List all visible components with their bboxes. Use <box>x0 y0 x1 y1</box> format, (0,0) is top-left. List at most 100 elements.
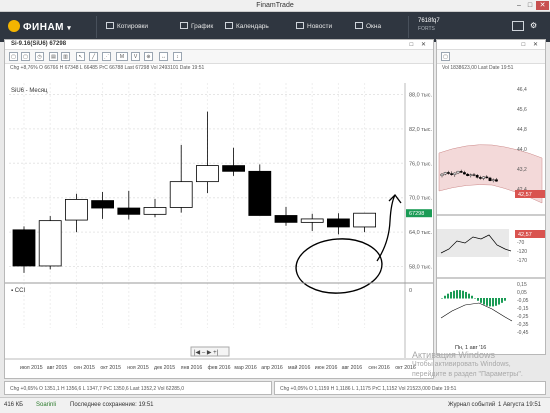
panel-window-buttons[interactable]: □ ✕ <box>410 41 429 48</box>
mini-panel-header: □ ✕ <box>437 40 545 50</box>
toolbar-item-label: Котировки <box>117 23 149 30</box>
mini-macd-bar <box>474 298 476 299</box>
mini-macd-bar <box>459 290 461 299</box>
annotation-arrow <box>376 194 396 262</box>
mini-price-tick: 43,2 <box>517 167 527 173</box>
mini-osc-tick: -170 <box>517 258 527 264</box>
mini-candle-body <box>472 174 476 176</box>
crosshair-icon[interactable]: ⊕ <box>144 52 153 61</box>
mini-macd-tick: -0,45 <box>517 330 529 336</box>
trend-tool-icon[interactable]: ⋰ <box>102 52 111 61</box>
mini-candle-body <box>475 174 479 178</box>
indicator-label: ▪ CCI <box>11 288 25 294</box>
mini-macd-tick: -0,35 <box>517 322 529 328</box>
candle-body <box>38 220 62 267</box>
annotation-ellipse <box>295 238 383 294</box>
toolbar-item-label: График <box>191 23 214 30</box>
toolbar-item-calendar[interactable]: Календарь <box>225 22 269 30</box>
chart-panel: Si-9.16(SiU6) 67298 □ ✕ ▢ ▢ ◷ ▤ ▥ ↖ ╱ ⋰ … <box>4 39 434 379</box>
template-icon[interactable]: ▥ <box>61 52 70 61</box>
mini-osc-tick: -70 <box>517 240 524 246</box>
mini-macd-bar <box>483 298 485 305</box>
mini-macd-bar <box>465 291 467 299</box>
toolbar-item-windows[interactable]: Окна <box>355 22 381 30</box>
candle-body <box>65 199 88 221</box>
mini-charts[interactable]: 46,445,644,844,043,242,442,57-20-70-120-… <box>437 73 545 353</box>
wave-tool-icon[interactable]: M <box>116 52 128 61</box>
copy-chart-icon[interactable]: ▢ <box>21 52 30 61</box>
chart-panel-header: Si-9.16(SiU6) 67298 □ ✕ <box>5 40 433 50</box>
mini-macd-tick: -0,15 <box>517 306 529 312</box>
activation-watermark: Активация Windows Чтобы активировать Win… <box>412 350 547 380</box>
mini-osc-badge-label: 42,57 <box>518 232 532 238</box>
bottom-right-panel: Chg +0,05% O 1,1159 H 1,1186 L 1,1175 Pr… <box>274 381 546 395</box>
y-tick-label: 88,0 тыс. <box>409 92 432 98</box>
watermark-line2: Чтобы активировать Windows, <box>412 361 511 368</box>
mini-candle-body <box>466 173 469 176</box>
cursor-icon[interactable]: ↖ <box>76 52 85 61</box>
horizontal-scale-icon[interactable]: ↔ <box>159 52 168 61</box>
x-tick-label: ноя 2015 <box>127 365 149 371</box>
mini-macd-bar <box>504 298 506 301</box>
chart-panel-title: Si-9.16(SiU6) 67298 <box>11 41 67 47</box>
x-tick-label: фев 2016 <box>208 365 231 371</box>
mini-candle-body <box>469 174 473 176</box>
toolbar-item-chart[interactable]: График <box>180 22 213 30</box>
account-id: 7618fq7 <box>418 18 440 24</box>
candle-body <box>353 212 377 228</box>
mini-candle-body <box>482 176 486 179</box>
candle-body <box>248 170 272 216</box>
candle-body <box>326 218 350 228</box>
maximize-icon[interactable]: □ <box>525 1 535 10</box>
mini-chart-panel: □ ✕ ▢ Vol 1838623,00 Last Date 19:51 46,… <box>436 39 546 355</box>
toolbar-item-quotes[interactable]: Котировки <box>106 22 148 30</box>
check-tool-icon[interactable]: V <box>131 52 140 61</box>
event-log-link[interactable]: Журнал событий <box>448 402 495 408</box>
window-title: FinamTrade <box>256 2 294 9</box>
mini-candle-body <box>450 173 453 175</box>
mini-macd-bar <box>477 298 479 301</box>
mini-candle-body <box>463 172 466 175</box>
mini-candle-body <box>495 179 498 182</box>
memory-usage: 416 КБ <box>4 402 24 408</box>
vertical-scale-icon[interactable]: ↕ <box>173 52 182 61</box>
connection-status: Soarinli <box>36 402 57 408</box>
new-chart-icon[interactable]: ▢ <box>9 52 18 61</box>
close-icon[interactable]: ✕ <box>536 1 549 10</box>
settings-icon[interactable]: ⚙ <box>530 21 537 30</box>
mini-macd-bar <box>441 298 443 299</box>
x-tick-label: мар 2016 <box>234 365 256 371</box>
mini-tool-icon[interactable]: ▢ <box>441 52 450 61</box>
mini-price-tick: 44,8 <box>517 127 527 133</box>
mini-macd-bar <box>492 298 494 307</box>
layout-icon[interactable] <box>512 21 524 31</box>
chart-info-bar: Chg +8,76% O 66766 H 67348 L 66485 PrC 6… <box>10 65 205 71</box>
account-selector[interactable]: 7618fq7 FORTS <box>418 17 440 33</box>
mini-panel-buttons[interactable]: □ ✕ <box>522 41 541 48</box>
bottom-left-info: Chg +0,65% O 1351,1 H 1356,6 L 1347,7 Pr… <box>10 386 184 392</box>
news-icon <box>296 22 304 29</box>
candle-body <box>300 218 324 223</box>
x-tick-label: окт 2015 <box>100 365 121 371</box>
mini-macd-tick: 0,15 <box>517 282 527 288</box>
logo-text: ФИНАМ <box>23 22 64 33</box>
status-bar: 416 КБ Soarinli Последнее сохранение: 19… <box>0 397 550 413</box>
mini-macd-bar <box>471 295 473 299</box>
period-icon[interactable]: ◷ <box>35 52 44 61</box>
mini-candle-body <box>488 177 492 181</box>
x-tick-label: янв 2016 <box>181 365 203 371</box>
toolbar-item-news[interactable]: Новости <box>296 22 332 30</box>
minimize-icon[interactable]: – <box>514 1 524 10</box>
mini-macd-bar <box>495 298 497 306</box>
y-tick-label: 70,0 тыс. <box>409 196 432 202</box>
x-tick-label: июл 2015 <box>20 365 43 371</box>
price-chart[interactable]: SiU6 - Месяц 88,0 тыс. 82,0 тыс. 76,0 тыс. 7… <box>5 83 433 378</box>
chart-icon <box>180 22 188 29</box>
candle-body <box>91 200 114 209</box>
line-tool-icon[interactable]: ╱ <box>89 52 98 61</box>
chart-tools: ▢ ▢ ◷ ▤ ▥ ↖ ╱ ⋰ M V ⊕ ↔ ↕ <box>5 50 433 64</box>
toolbar-item-label: Календарь <box>236 23 269 30</box>
calendar-icon <box>225 22 233 29</box>
mini-macd-bar <box>444 295 446 299</box>
indicator-icon[interactable]: ▤ <box>49 52 58 61</box>
